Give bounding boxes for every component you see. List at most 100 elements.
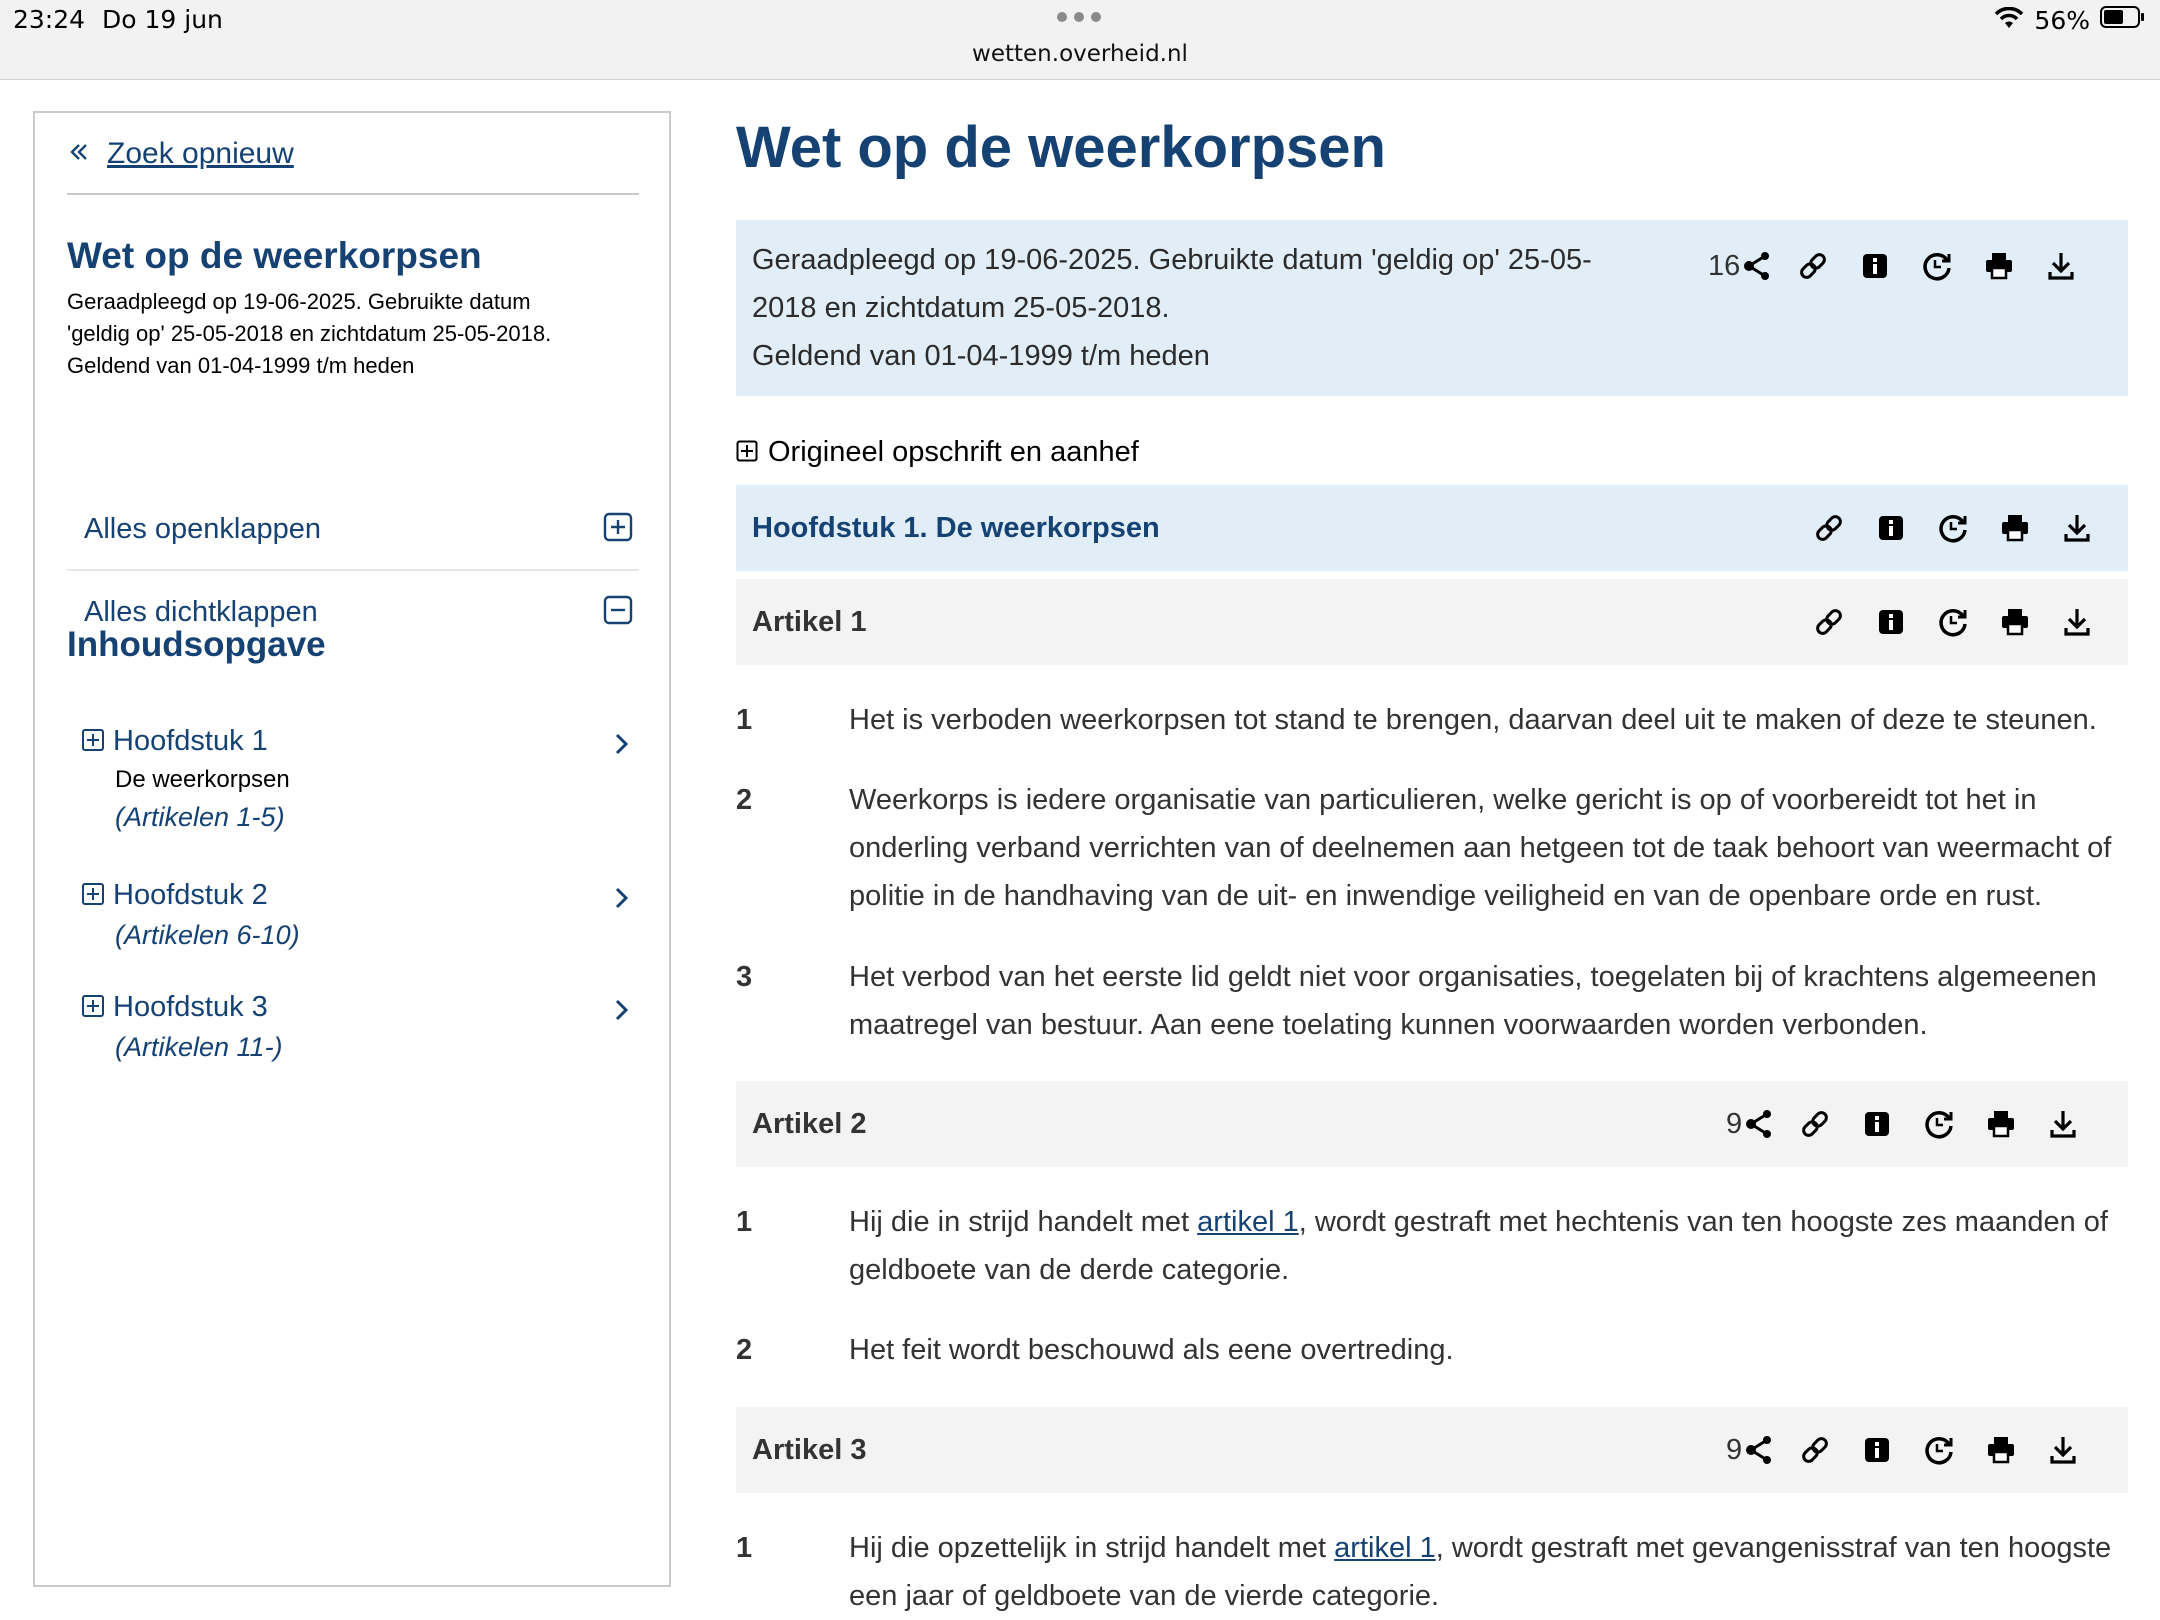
back-to-search-link[interactable]: Zoek opnieuw <box>69 137 294 171</box>
paragraph-text: Het is verboden weerkorpsen tot stand te… <box>849 704 2097 736</box>
page-title: Wet op de weerkorpsen <box>736 115 1386 180</box>
expand-all-button[interactable]: Alles openklappen <box>67 489 639 571</box>
expand-icon[interactable] <box>81 728 105 756</box>
link-icon[interactable] <box>1784 1104 1846 1144</box>
sidebar-info: Geraadpleegd op 19-06-2025. Gebruikte da… <box>67 286 647 382</box>
expand-icon[interactable] <box>81 882 105 910</box>
original-heading-toggle[interactable]: Origineel opschrift en aanhef <box>736 436 1139 469</box>
back-link-label: Zoek opnieuw <box>107 137 294 170</box>
info-icon[interactable] <box>1844 246 1906 286</box>
link-icon[interactable] <box>1784 1430 1846 1470</box>
sidebar-title: Wet op de weerkorpsen <box>67 235 482 276</box>
paragraph: 3 Het verbod van het eerste lid geldt ni… <box>736 953 2128 1049</box>
expand-all-label: Alles openklappen <box>84 512 322 545</box>
history-icon[interactable] <box>1922 602 1984 642</box>
paragraph-text: Hij die opzettelijk in strijd handelt me… <box>849 1524 2128 1620</box>
paragraph: 2 Het feit wordt beschouwd als eene over… <box>736 1326 2128 1374</box>
article-1-link[interactable]: artikel 1 <box>1334 1532 1436 1564</box>
chapter-toolbar <box>1798 508 2108 548</box>
paragraph: 1 Het is verboden weerkorpsen tot stand … <box>736 696 2128 744</box>
info-icon[interactable] <box>1846 1104 1908 1144</box>
toc-item-hoofdstuk-1[interactable]: Hoofdstuk 1 De weerkorpsen (Artikelen 1-… <box>81 725 641 833</box>
chapter-title: Hoofdstuk 1. De weerkorpsen <box>752 512 1160 544</box>
share-count: 9 <box>1726 1107 1743 1140</box>
share-icon[interactable] <box>1742 246 1782 286</box>
collapse-all-label: Alles dichtklappen <box>84 595 318 628</box>
download-icon[interactable] <box>2032 1430 2094 1470</box>
toc-item-range: (Artikelen 1-5) <box>115 802 285 832</box>
paragraph-text: Het feit wordt beschouwd als eene overtr… <box>849 1334 1454 1366</box>
paragraph-number: 1 <box>736 1532 753 1564</box>
article-1-link[interactable]: artikel 1 <box>1197 1206 1299 1238</box>
toc-item-label: Hoofdstuk 1 <box>113 725 268 757</box>
toc-item-range: (Artikelen 6-10) <box>115 920 300 950</box>
print-icon[interactable] <box>1970 1430 2032 1470</box>
info-line: 2018 en zichtdatum 25-05-2018. <box>752 292 1170 324</box>
info-icon[interactable] <box>1860 602 1922 642</box>
download-icon[interactable] <box>2046 508 2108 548</box>
article-toolbar: 9 <box>1726 1430 2094 1470</box>
article-title: Artikel 3 <box>752 1434 867 1466</box>
battery-percentage: 56% <box>2034 5 2090 35</box>
address-bar[interactable]: wetten.overheid.nl <box>0 41 2160 67</box>
paragraph-number: 1 <box>736 704 753 736</box>
download-icon[interactable] <box>2032 1104 2094 1144</box>
paragraph-text: Het verbod van het eerste lid geldt niet… <box>849 961 2097 1041</box>
regulation-toolbar: 16 <box>1708 246 2092 286</box>
expand-icon <box>736 440 758 466</box>
info-line: Geraadpleegd op 19-06-2025. Gebruikte da… <box>752 244 1592 276</box>
chevron-right-icon[interactable] <box>613 997 631 1027</box>
paragraph: 1 Hij die opzettelijk in strijd handelt … <box>736 1524 2128 1620</box>
link-icon[interactable] <box>1798 508 1860 548</box>
paragraph-text: Weerkorps is iedere organisatie van part… <box>849 784 2112 912</box>
paragraph-number: 1 <box>736 1206 753 1238</box>
article-toolbar: 9 <box>1726 1104 2094 1144</box>
article-header-2: Artikel 2 9 <box>736 1081 2128 1167</box>
history-icon[interactable] <box>1906 246 1968 286</box>
share-icon[interactable] <box>1744 1430 1784 1470</box>
print-icon[interactable] <box>1984 602 2046 642</box>
multitasking-dots-icon[interactable] <box>1056 8 1102 27</box>
toc-item-label: Hoofdstuk 2 <box>113 879 268 911</box>
paragraph: 2 Weerkorps is iedere organisatie van pa… <box>736 776 2128 920</box>
share-count: 9 <box>1726 1433 1743 1466</box>
history-icon[interactable] <box>1922 508 1984 548</box>
download-icon[interactable] <box>2046 602 2108 642</box>
divider <box>67 193 639 195</box>
article-toolbar <box>1798 602 2108 642</box>
history-icon[interactable] <box>1908 1430 1970 1470</box>
chevron-right-icon[interactable] <box>613 885 631 915</box>
info-text: Geraadpleegd op 19-06-2025. Gebruikte da… <box>752 236 1652 380</box>
toc-item-hoofdstuk-2[interactable]: Hoofdstuk 2 (Artikelen 6-10) <box>81 879 641 951</box>
toc-item-hoofdstuk-3[interactable]: Hoofdstuk 3 (Artikelen 11-) <box>81 991 641 1063</box>
sidebar: Zoek opnieuw Wet op de weerkorpsen Geraa… <box>33 111 671 1587</box>
toc-item-label: Hoofdstuk 3 <box>113 991 268 1023</box>
share-count: 16 <box>1708 249 1741 282</box>
info-icon[interactable] <box>1860 508 1922 548</box>
link-icon[interactable] <box>1798 602 1860 642</box>
status-indicators: 56% <box>1994 5 2146 35</box>
double-chevron-left-icon <box>69 142 89 166</box>
print-icon[interactable] <box>1970 1104 2032 1144</box>
print-icon[interactable] <box>1984 508 2046 548</box>
history-icon[interactable] <box>1908 1104 1970 1144</box>
article-title: Artikel 2 <box>752 1108 867 1140</box>
plus-square-icon <box>603 512 633 546</box>
expand-icon[interactable] <box>81 994 105 1022</box>
paragraph-number: 2 <box>736 1334 753 1366</box>
info-icon[interactable] <box>1846 1430 1908 1470</box>
clock: 23:24 <box>13 5 86 34</box>
info-line: Geldend van 01-04-1999 t/m heden <box>752 340 1210 372</box>
chevron-right-icon[interactable] <box>613 731 631 761</box>
paragraph-number: 3 <box>736 961 753 993</box>
toc-item-range: (Artikelen 11-) <box>115 1032 283 1062</box>
battery-icon <box>2100 5 2146 35</box>
download-icon[interactable] <box>2030 246 2092 286</box>
wifi-icon <box>1994 6 2024 35</box>
article-header-1: Artikel 1 <box>736 579 2128 665</box>
browser-status-bar: 23:24 Do 19 jun wetten.overheid.nl 56% <box>0 0 2160 80</box>
toc-title: Inhoudsopgave <box>67 625 326 664</box>
share-icon[interactable] <box>1744 1104 1784 1144</box>
link-icon[interactable] <box>1782 246 1844 286</box>
print-icon[interactable] <box>1968 246 2030 286</box>
